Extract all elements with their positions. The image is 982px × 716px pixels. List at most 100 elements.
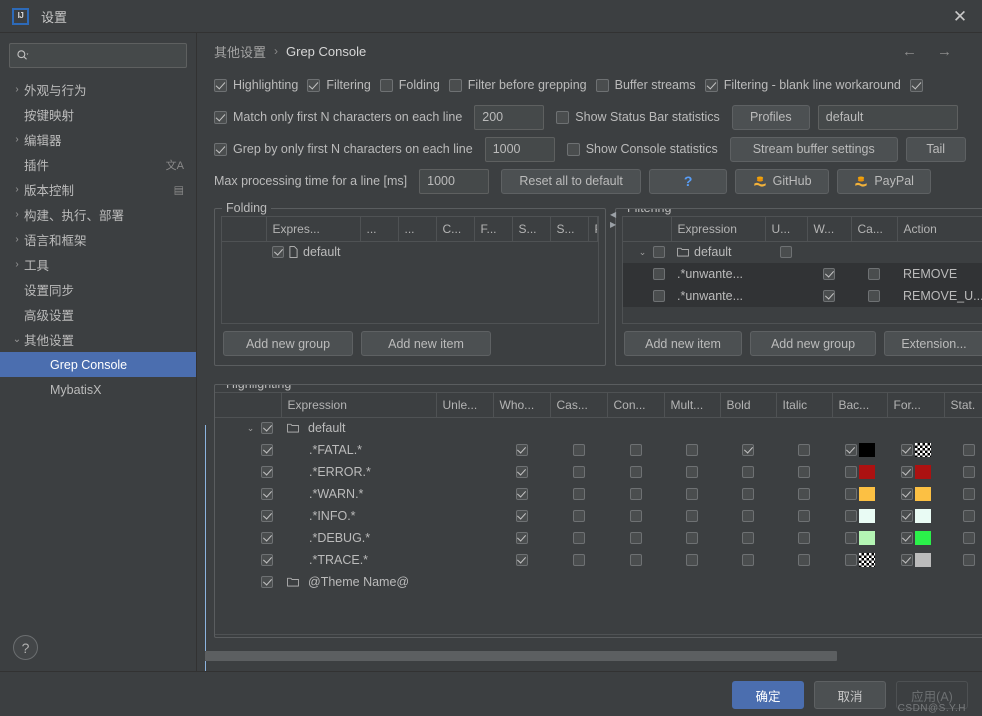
filtering-whole-line-checkbox[interactable]: [823, 268, 835, 280]
filtering-col-2[interactable]: U...: [765, 217, 808, 242]
highlighting-foreground-swatch[interactable]: [914, 553, 931, 567]
panel-splitter[interactable]: ◀ ▶: [610, 210, 616, 364]
highlighting-multiline-checkbox[interactable]: [686, 554, 698, 566]
sidebar-item-11[interactable]: ›Grep Console: [0, 352, 196, 377]
highlighting-background-checkbox[interactable]: [844, 554, 857, 566]
profile-value-input[interactable]: [817, 104, 958, 130]
highlighting-foreground-swatch[interactable]: [914, 443, 931, 457]
highlighting-whole-line-checkbox[interactable]: [515, 466, 528, 478]
feature-toggle-checkbox-4[interactable]: [595, 78, 609, 92]
filtering-row[interactable]: .*unwante... REMOVE_U...: [623, 285, 982, 307]
filtering-row-checkbox[interactable]: [653, 246, 665, 259]
highlighting-background-checkbox[interactable]: [844, 444, 857, 456]
highlighting-background-checkbox[interactable]: [844, 488, 857, 500]
close-icon[interactable]: ✕: [950, 7, 970, 27]
highlighting-row-checkbox[interactable]: [261, 466, 273, 478]
ok-button[interactable]: 确定: [732, 681, 804, 709]
profiles-button[interactable]: Profiles: [731, 104, 810, 130]
folding-col-0[interactable]: [222, 217, 267, 242]
highlighting-continue-checkbox[interactable]: [629, 444, 642, 456]
highlighting-twisty-icon[interactable]: ⌄: [245, 423, 256, 434]
sidebar-item-1[interactable]: ›按键映射: [0, 102, 196, 127]
filtering-col-3[interactable]: W...: [807, 217, 852, 242]
highlighting-foreground-swatch[interactable]: [914, 509, 931, 523]
highlighting-background-swatch[interactable]: [858, 509, 875, 523]
folding-col-2[interactable]: ...: [360, 217, 399, 242]
sidebar-item-6[interactable]: › 语言和框架: [0, 227, 196, 252]
chevron-right-icon[interactable]: ›: [10, 209, 24, 220]
highlighting-row[interactable]: @Theme Name@: [215, 571, 982, 593]
filtering-row-checkbox[interactable]: [653, 268, 665, 280]
highlighting-whole-line-checkbox[interactable]: [515, 510, 528, 522]
sidebar-item-4[interactable]: › 版本控制 ▤: [0, 177, 196, 202]
paypal-button[interactable]: PayPal: [837, 168, 932, 194]
filtering-twisty-icon[interactable]: ⌄: [637, 247, 648, 258]
highlighting-foreground-checkbox[interactable]: [900, 554, 913, 566]
highlighting-italic-checkbox[interactable]: [798, 554, 810, 566]
highlighting-row[interactable]: .*INFO.*: [215, 505, 982, 527]
highlighting-case-checkbox[interactable]: [572, 488, 585, 500]
highlighting-whole-line-checkbox[interactable]: [515, 554, 528, 566]
highlighting-foreground-checkbox[interactable]: [900, 466, 913, 478]
chevron-right-icon[interactable]: ›: [10, 184, 24, 195]
highlighting-italic-checkbox[interactable]: [798, 510, 810, 522]
highlighting-background-swatch[interactable]: [858, 531, 875, 545]
highlighting-col-3[interactable]: Who...: [493, 393, 551, 418]
feature-toggle-checkbox-0[interactable]: [214, 78, 227, 92]
highlighting-row-checkbox[interactable]: [261, 422, 273, 435]
filtering-col-5[interactable]: Action: [897, 217, 982, 242]
back-arrow-icon[interactable]: ←: [902, 43, 917, 60]
highlighting-col-0[interactable]: [215, 393, 282, 418]
highlighting-bold-checkbox[interactable]: [742, 510, 754, 522]
folding-row[interactable]: default: [222, 241, 598, 263]
sidebar-item-5[interactable]: › 构建、执行、部署: [0, 202, 196, 227]
filtering-row[interactable]: .*unwante... REMOVE: [623, 263, 982, 285]
highlighting-bold-checkbox[interactable]: [742, 466, 754, 478]
highlighting-continue-checkbox[interactable]: [629, 510, 642, 522]
show-status-bar-statistics-checkbox[interactable]: [556, 110, 570, 124]
stream-buffer-settings-button[interactable]: Stream buffer settings: [729, 136, 898, 162]
filtering-row-checkbox[interactable]: [653, 290, 665, 302]
sidebar-item-3[interactable]: ›插件文A: [0, 152, 196, 177]
highlighting-status-checkbox[interactable]: [962, 510, 975, 522]
folding-col-8[interactable]: Pl...: [588, 217, 598, 242]
feature-toggle-checkbox-3[interactable]: [448, 78, 462, 92]
highlighting-col-1[interactable]: Expression: [281, 393, 437, 418]
max-processing-time-input[interactable]: [419, 168, 490, 194]
highlighting-continue-checkbox[interactable]: [629, 466, 642, 478]
chevron-right-icon[interactable]: ›: [10, 234, 24, 245]
feature-toggle-checkbox-6[interactable]: [909, 78, 923, 92]
cancel-button[interactable]: 取消: [814, 681, 886, 709]
highlighting-background-swatch[interactable]: [858, 487, 875, 501]
highlighting-foreground-checkbox[interactable]: [900, 488, 913, 500]
highlighting-row[interactable]: .*DEBUG.*: [215, 527, 982, 549]
highlighting-row[interactable]: .*WARN.*: [215, 483, 982, 505]
filtering-row[interactable]: ⌄ default: [623, 241, 982, 263]
help-button[interactable]: ?: [13, 635, 38, 660]
highlighting-multiline-checkbox[interactable]: [686, 466, 698, 478]
highlighting-col-5[interactable]: Con...: [607, 393, 665, 418]
highlighting-whole-line-checkbox[interactable]: [515, 488, 528, 500]
sidebar-item-2[interactable]: › 编辑器: [0, 127, 196, 152]
forward-arrow-icon[interactable]: →: [937, 43, 952, 60]
highlighting-row-checkbox[interactable]: [261, 554, 273, 566]
highlighting-multiline-checkbox[interactable]: [686, 488, 698, 500]
highlighting-row[interactable]: .*TRACE.*: [215, 549, 982, 571]
highlighting-row-checkbox[interactable]: [261, 444, 273, 456]
highlighting-case-checkbox[interactable]: [572, 532, 585, 544]
highlighting-italic-checkbox[interactable]: [798, 466, 810, 478]
sidebar-item-9[interactable]: ›高级设置: [0, 302, 196, 327]
highlighting-italic-checkbox[interactable]: [798, 488, 810, 500]
highlighting-continue-checkbox[interactable]: [629, 488, 642, 500]
highlighting-row[interactable]: .*FATAL.*: [215, 439, 982, 461]
chevron-right-icon[interactable]: ›: [10, 134, 24, 145]
highlighting-case-checkbox[interactable]: [572, 510, 585, 522]
filtering-button-0[interactable]: Add new item: [624, 331, 742, 356]
highlighting-case-checkbox[interactable]: [572, 444, 585, 456]
highlighting-foreground-checkbox[interactable]: [900, 532, 913, 544]
highlighting-row-checkbox[interactable]: [261, 532, 273, 544]
highlighting-col-9[interactable]: Bac...: [832, 393, 888, 418]
folding-col-4[interactable]: C...: [436, 217, 475, 242]
highlighting-continue-checkbox[interactable]: [629, 532, 642, 544]
highlighting-bold-checkbox[interactable]: [742, 488, 754, 500]
